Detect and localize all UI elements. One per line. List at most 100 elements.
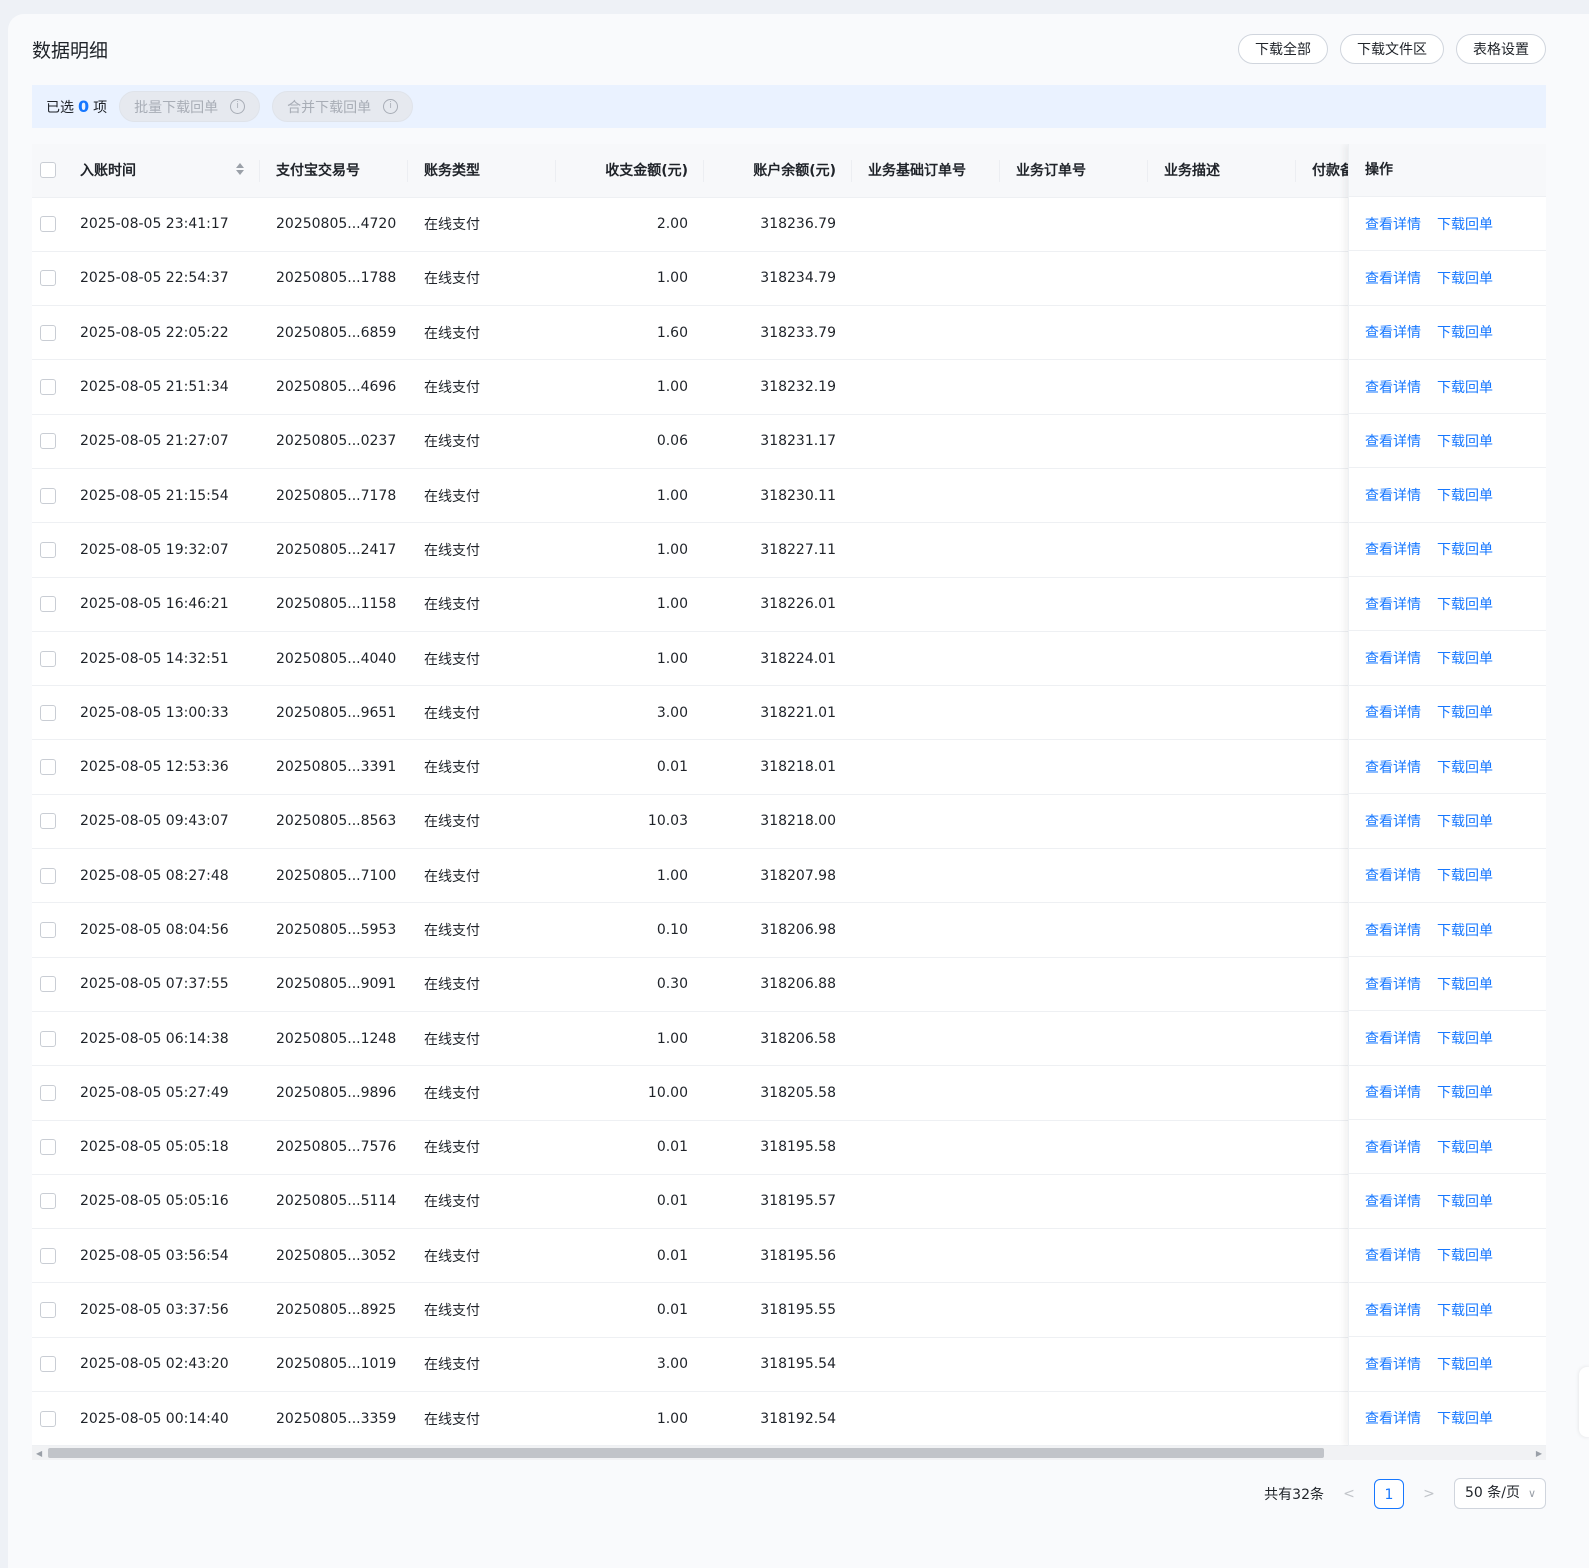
view-detail-link[interactable]: 查看详情 — [1365, 648, 1421, 668]
download-receipt-link[interactable]: 下载回单 — [1437, 702, 1493, 722]
row-checkbox[interactable] — [40, 1084, 56, 1101]
row-checkbox[interactable] — [40, 759, 56, 776]
row-checkbox[interactable] — [40, 270, 56, 287]
merge-download-button[interactable]: 合并下载回单 i — [272, 91, 414, 122]
download-receipt-link[interactable]: 下载回单 — [1437, 920, 1493, 940]
view-detail-link[interactable]: 查看详情 — [1365, 757, 1421, 777]
row-checkbox[interactable] — [40, 541, 56, 558]
row-checkbox[interactable] — [40, 1193, 56, 1210]
row-checkbox[interactable] — [40, 487, 56, 504]
view-detail-link[interactable]: 查看详情 — [1365, 1082, 1421, 1102]
cell-time: 2025-08-05 03:37:56 — [64, 1282, 260, 1338]
download-receipt-link[interactable]: 下载回单 — [1437, 1300, 1493, 1320]
chevron-right-icon[interactable]: > — [1418, 1486, 1440, 1502]
view-detail-link[interactable]: 查看详情 — [1365, 702, 1421, 722]
row-checkbox[interactable] — [40, 922, 56, 938]
cell-order — [1000, 522, 1148, 578]
download-receipt-link[interactable]: 下载回单 — [1437, 594, 1493, 614]
row-checkbox[interactable] — [40, 1302, 56, 1319]
sort-icon[interactable] — [236, 163, 244, 175]
pagination: 共有32条 < 1 > 50 条/页 ∨ — [1264, 1478, 1546, 1509]
download-receipt-link[interactable]: 下载回单 — [1437, 1245, 1493, 1265]
row-checkbox[interactable] — [40, 976, 56, 993]
view-detail-link[interactable]: 查看详情 — [1365, 920, 1421, 940]
horizontal-scrollbar[interactable]: ◀ ▶ — [32, 1446, 1546, 1460]
download-receipt-link[interactable]: 下载回单 — [1437, 865, 1493, 885]
view-detail-link[interactable]: 查看详情 — [1365, 594, 1421, 614]
download-receipt-link[interactable]: 下载回单 — [1437, 648, 1493, 668]
scroll-right-icon[interactable]: ▶ — [1536, 1449, 1542, 1458]
download-receipt-link[interactable]: 下载回单 — [1437, 268, 1493, 288]
row-checkbox[interactable] — [40, 704, 56, 721]
select-all-checkbox[interactable] — [40, 162, 56, 179]
download-all-button[interactable]: 下载全部 — [1238, 34, 1328, 64]
cell-balance: 318236.79 — [704, 197, 852, 252]
view-detail-link[interactable]: 查看详情 — [1365, 1028, 1421, 1048]
row-checkbox[interactable] — [40, 596, 56, 613]
view-detail-link[interactable]: 查看详情 — [1365, 1245, 1421, 1265]
view-detail-link[interactable]: 查看详情 — [1365, 1408, 1421, 1428]
download-receipt-link[interactable]: 下载回单 — [1437, 811, 1493, 831]
view-detail-link[interactable]: 查看详情 — [1365, 431, 1421, 451]
view-detail-link[interactable]: 查看详情 — [1365, 865, 1421, 885]
row-checkbox[interactable] — [40, 1030, 56, 1047]
info-icon[interactable]: i — [383, 99, 399, 114]
view-detail-link[interactable]: 查看详情 — [1365, 1137, 1421, 1157]
view-detail-link[interactable]: 查看详情 — [1365, 268, 1421, 288]
row-checkbox[interactable] — [40, 1139, 56, 1156]
download-receipt-link[interactable]: 下载回单 — [1437, 1137, 1493, 1157]
row-checkbox[interactable] — [40, 379, 56, 396]
cell-time: 2025-08-05 21:15:54 — [64, 468, 260, 524]
download-area-button[interactable]: 下载文件区 — [1340, 34, 1444, 64]
row-checkbox[interactable] — [40, 1356, 56, 1373]
table-row: 2025-08-05 23:41:17 20250805...4720 在线支付 2.… — [32, 197, 1546, 252]
scroll-left-icon[interactable]: ◀ — [36, 1449, 42, 1458]
view-detail-link[interactable]: 查看详情 — [1365, 485, 1421, 505]
view-detail-link[interactable]: 查看详情 — [1365, 811, 1421, 831]
row-checkbox[interactable] — [40, 216, 56, 233]
side-float-toolbar[interactable] — [1579, 1367, 1589, 1437]
view-detail-link[interactable]: 查看详情 — [1365, 1300, 1421, 1320]
row-select-cell — [32, 1011, 64, 1067]
row-checkbox[interactable] — [40, 324, 56, 341]
row-checkbox[interactable] — [40, 813, 56, 830]
view-detail-link[interactable]: 查看详情 — [1365, 1354, 1421, 1374]
row-checkbox[interactable] — [40, 1247, 56, 1264]
table-row: 2025-08-05 00:14:40 20250805...3359 在线支付 1.… — [32, 1391, 1546, 1446]
view-detail-link[interactable]: 查看详情 — [1365, 1191, 1421, 1211]
row-checkbox[interactable] — [40, 867, 56, 884]
batch-download-button[interactable]: 批量下载回单 i — [119, 91, 261, 122]
table-settings-button[interactable]: 表格设置 — [1456, 34, 1546, 64]
cell-time: 2025-08-05 07:37:55 — [64, 957, 260, 1012]
view-detail-link[interactable]: 查看详情 — [1365, 214, 1421, 234]
download-receipt-link[interactable]: 下载回单 — [1437, 485, 1493, 505]
view-detail-link[interactable]: 查看详情 — [1365, 322, 1421, 342]
download-receipt-link[interactable]: 下载回单 — [1437, 757, 1493, 777]
row-checkbox[interactable] — [40, 1410, 56, 1427]
row-checkbox[interactable] — [40, 650, 56, 667]
view-detail-link[interactable]: 查看详情 — [1365, 539, 1421, 559]
download-receipt-link[interactable]: 下载回单 — [1437, 1191, 1493, 1211]
cell-order — [1000, 685, 1148, 741]
info-icon[interactable]: i — [230, 99, 246, 114]
chevron-left-icon[interactable]: < — [1338, 1486, 1360, 1502]
download-receipt-link[interactable]: 下载回单 — [1437, 1354, 1493, 1374]
download-receipt-link[interactable]: 下载回单 — [1437, 377, 1493, 397]
download-receipt-link[interactable]: 下载回单 — [1437, 1028, 1493, 1048]
cell-desc — [1148, 468, 1296, 524]
download-receipt-link[interactable]: 下载回单 — [1437, 974, 1493, 994]
download-receipt-link[interactable]: 下载回单 — [1437, 1082, 1493, 1102]
view-detail-link[interactable]: 查看详情 — [1365, 974, 1421, 994]
download-receipt-link[interactable]: 下载回单 — [1437, 431, 1493, 451]
row-checkbox[interactable] — [40, 433, 56, 450]
page-size-select[interactable]: 50 条/页 ∨ — [1454, 1478, 1546, 1509]
col-header-time[interactable]: 入账时间 — [64, 144, 260, 198]
cell-trade-no: 20250805...4696 — [260, 359, 408, 415]
download-receipt-link[interactable]: 下载回单 — [1437, 1408, 1493, 1428]
page-number-button[interactable]: 1 — [1374, 1478, 1404, 1509]
download-receipt-link[interactable]: 下载回单 — [1437, 539, 1493, 559]
view-detail-link[interactable]: 查看详情 — [1365, 377, 1421, 397]
download-receipt-link[interactable]: 下载回单 — [1437, 214, 1493, 234]
download-receipt-link[interactable]: 下载回单 — [1437, 322, 1493, 342]
scrollbar-thumb[interactable] — [48, 1448, 1324, 1458]
